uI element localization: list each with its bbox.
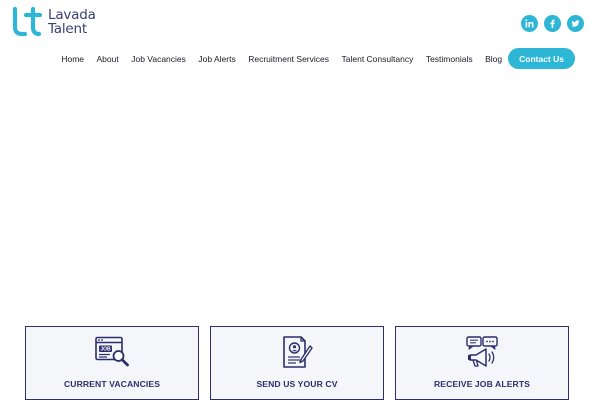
nav-item-job-vacancies[interactable]: Job Vacancies (131, 54, 186, 64)
main-navigation: Home About Job Vacancies Job Alerts Recr… (61, 48, 575, 69)
nav-item-home[interactable]: Home (61, 54, 84, 64)
site-header: Lavada Talent Home About Job Vacancies J… (0, 0, 600, 80)
megaphone-alerts-icon (466, 336, 498, 367)
linkedin-icon (525, 19, 534, 28)
logo-text-line2: Talent (48, 21, 87, 37)
nav-item-job-alerts[interactable]: Job Alerts (198, 54, 235, 64)
nav-item-recruitment-services[interactable]: Recruitment Services (248, 54, 329, 64)
send-us-your-cv-label: SEND US YOUR CV (256, 379, 338, 389)
receive-job-alerts-label: RECEIVE JOB ALERTS (433, 379, 531, 389)
current-vacancies-label: CURRENT VACANCIES (63, 379, 161, 389)
lavada-talent-logo-icon (12, 7, 42, 37)
nav-item-talent-consultancy[interactable]: Talent Consultancy (342, 54, 414, 64)
cv-document-icon (283, 336, 313, 368)
logo-wordmark: Lavada Talent (48, 8, 96, 36)
job-search-icon: JOB (95, 336, 129, 367)
social-links (521, 15, 584, 32)
current-vacancies-card[interactable]: JOB CURRENT VACANCIES (25, 326, 199, 400)
nav-item-about[interactable]: About (97, 54, 119, 64)
twitter-icon (571, 20, 580, 27)
hero-area (0, 80, 600, 320)
facebook-icon (550, 19, 555, 28)
nav-item-testimonials[interactable]: Testimonials (426, 54, 473, 64)
send-us-your-cv-card[interactable]: SEND US YOUR CV (210, 326, 384, 400)
linkedin-button[interactable] (521, 15, 538, 32)
svg-text:JOB: JOB (100, 347, 111, 353)
nav-item-blog[interactable]: Blog (485, 54, 502, 64)
receive-job-alerts-card[interactable]: RECEIVE JOB ALERTS (395, 326, 569, 400)
contact-us-button[interactable]: Contact Us (508, 48, 575, 69)
quick-links: JOB CURRENT VACANCIES SEND US YOUR CV RE… (0, 326, 600, 400)
logo-text-line1: Lavada (48, 7, 96, 23)
twitter-button[interactable] (567, 15, 584, 32)
logo[interactable]: Lavada Talent (12, 6, 96, 38)
facebook-button[interactable] (544, 15, 561, 32)
